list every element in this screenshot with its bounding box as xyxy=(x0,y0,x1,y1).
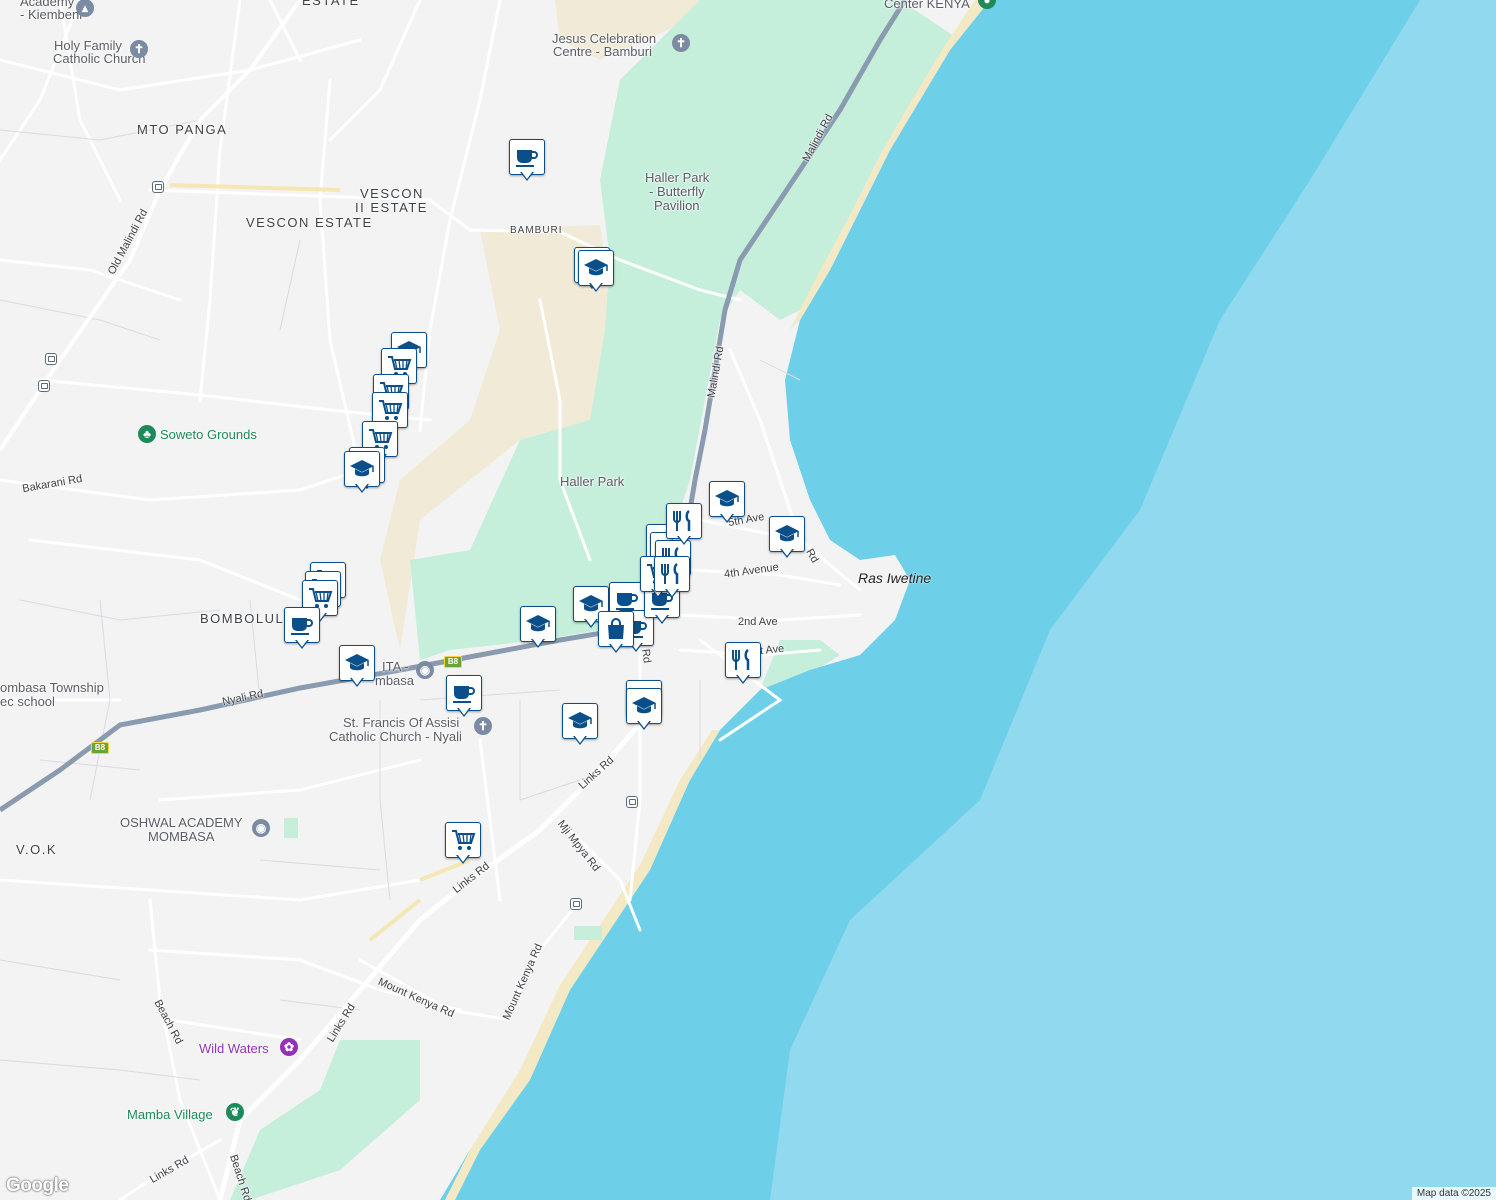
area-label-vok: V.O.K xyxy=(16,842,57,857)
area-label-vescon-ii-estate: II ESTATE xyxy=(355,200,428,215)
area-label-bamburi: BAMBURI xyxy=(510,225,563,236)
bus-stop-icon[interactable] xyxy=(570,898,582,910)
school-pin-icon[interactable] xyxy=(562,703,598,749)
poi-label-haller-park-butterfly: Haller Park xyxy=(645,170,710,185)
bus-stop-icon[interactable] xyxy=(45,353,57,365)
poi-label-kiembeni: - Kiembeni xyxy=(20,7,83,22)
area-label-estate: ESTATE xyxy=(302,0,360,8)
school-pin-icon[interactable] xyxy=(344,451,380,497)
poi-label-catholic-church-nyali: Catholic Church - Nyali xyxy=(329,729,462,744)
place-label-ras-iwetine: Ras Iwetine xyxy=(858,570,932,586)
bus-stop-icon[interactable] xyxy=(152,181,164,193)
map-base-layer xyxy=(0,0,1496,1200)
poi-label-st-francis: St. Francis Of Assisi xyxy=(343,715,460,730)
poi-label-mombasa-township: ombasa Township xyxy=(0,680,104,695)
map-canvas[interactable]: ESTATE MTO PANGA VESCON II ESTATE VESCON… xyxy=(0,0,1496,1200)
route-shield-b8: B8 xyxy=(444,656,462,668)
school-pin-icon[interactable] xyxy=(709,481,745,527)
poi-label-wild-waters: Wild Waters xyxy=(199,1041,269,1056)
map-attribution: Map data ©2025 xyxy=(1411,1187,1496,1200)
food-pin-icon[interactable] xyxy=(725,642,761,688)
bus-stop-icon[interactable] xyxy=(38,380,50,392)
route-shield-b8: B8 xyxy=(91,742,109,754)
poi-label-centre-bamburi: Centre - Bamburi xyxy=(553,44,652,59)
coffee-pin-icon[interactable] xyxy=(509,139,545,185)
area-label-mto-panga: MTO PANGA xyxy=(137,122,228,137)
school-pin-icon[interactable] xyxy=(520,606,556,652)
school-pin-icon[interactable] xyxy=(626,688,662,734)
school-pin-icon[interactable] xyxy=(769,516,805,562)
area-label-vescon-estate: VESCON ESTATE xyxy=(246,215,373,230)
poi-label-mbasa: mbasa xyxy=(375,673,415,688)
attraction-poi-icon[interactable]: ✿ xyxy=(280,1038,298,1056)
road-label-1st-ave: t Ave xyxy=(759,642,785,658)
school-poi-icon[interactable]: ◉ xyxy=(252,819,270,837)
cart-pin-icon[interactable] xyxy=(445,822,481,868)
zoo-poi-icon[interactable]: ❦ xyxy=(226,1103,244,1121)
food-pin-icon[interactable] xyxy=(666,503,702,549)
poi-label-soweto-grounds: Soweto Grounds xyxy=(160,427,257,442)
poi-label-oshwal-academy: OSHWAL ACADEMY xyxy=(120,815,243,830)
church-poi-icon[interactable]: ✝ xyxy=(130,40,148,58)
church-poi-icon[interactable]: ✝ xyxy=(672,34,690,52)
bag-pin-icon[interactable] xyxy=(598,611,634,657)
google-logo: Google xyxy=(6,1175,69,1196)
bus-stop-icon[interactable] xyxy=(626,796,638,808)
poi-label-center-kenya: Center KENYA xyxy=(884,0,970,11)
coffee-pin-icon[interactable] xyxy=(284,607,320,653)
coffee-pin-icon[interactable] xyxy=(446,675,482,721)
road-label-2nd-ave: 2nd Ave xyxy=(738,616,778,628)
area-label-vescon: VESCON xyxy=(360,186,424,201)
poi-label-pavilion: Pavilion xyxy=(654,198,700,213)
school-pin-icon[interactable] xyxy=(578,250,614,296)
poi-label-ita: ITA - xyxy=(382,659,409,674)
poi-label-butterfly: - Butterfly xyxy=(649,184,705,199)
area-label-bombolulu: BOMBOLULU xyxy=(200,611,296,626)
school-pin-icon[interactable] xyxy=(339,645,375,691)
park-poi-icon[interactable]: ♣ xyxy=(138,425,156,443)
poi-label-oshwal-mombasa: MOMBASA xyxy=(148,829,215,844)
school-poi-icon[interactable]: ◉ xyxy=(416,661,434,679)
poi-label-sec-school: ec school xyxy=(0,694,55,709)
poi-label-haller-park: Haller Park xyxy=(560,474,625,489)
poi-label-mamba-village: Mamba Village xyxy=(127,1107,213,1122)
food-pin-icon[interactable] xyxy=(654,556,690,602)
